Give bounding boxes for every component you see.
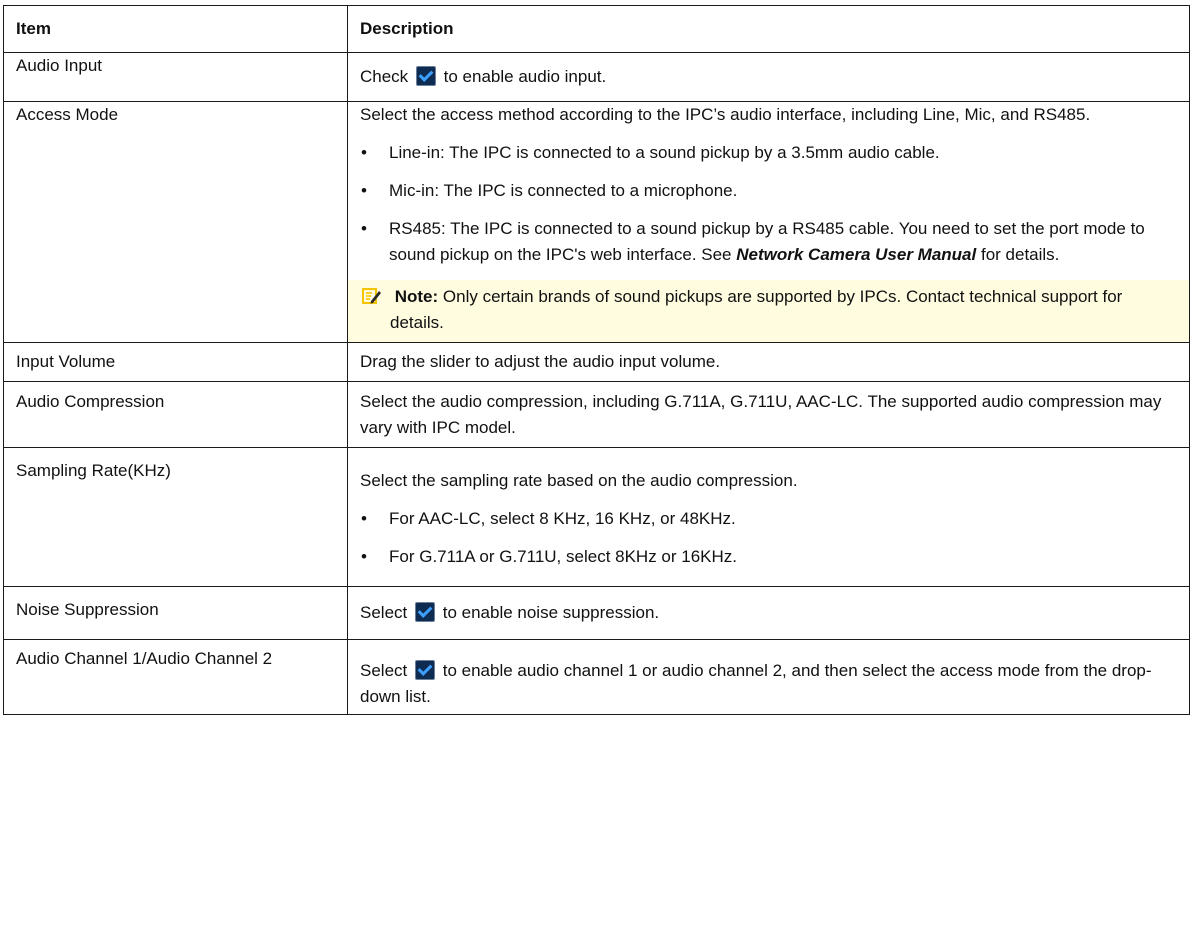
item-cell: Input Volume: [3, 342, 348, 382]
bullet-list: Line-in: The IPC is connected to a sound…: [360, 140, 1177, 268]
description-cell: Select the access method according to th…: [347, 101, 1190, 343]
description-cell: Select the audio compression, including …: [347, 381, 1190, 448]
checkbox-checked-icon: [414, 602, 435, 622]
checkbox-checked-icon: [415, 66, 436, 86]
description-cell: Check to enable audio input.: [347, 52, 1190, 102]
rs485-after: for details.: [980, 245, 1060, 264]
description-suffix: to enable noise suppression.: [442, 603, 660, 622]
checkbox-checked-icon: [414, 660, 435, 680]
list-item: RS485: The IPC is connected to a sound p…: [360, 216, 1177, 268]
item-cell: Audio Compression: [3, 381, 348, 448]
description-text: Select the sampling rate based on the au…: [360, 471, 798, 490]
note-text: Only certain brands of sound pickups are…: [390, 287, 1123, 332]
description-prefix: Check: [360, 67, 409, 86]
table-row: Audio Compression Select the audio compr…: [3, 381, 1190, 448]
description-cell: Drag the slider to adjust the audio inpu…: [347, 342, 1190, 382]
table-row: Noise Suppression Select to enable noise…: [3, 586, 1190, 640]
list-item: For AAC-LC, select 8 KHz, 16 KHz, or 48K…: [360, 506, 1177, 532]
note-body: Note: Only certain brands of sound picku…: [362, 284, 1177, 336]
table-row: Audio Input Check to enable audio input.: [3, 52, 1190, 102]
description-text: Check to enable audio input.: [360, 64, 1177, 90]
bullet-list: For AAC-LC, select 8 KHz, 16 KHz, or 48K…: [360, 506, 1177, 570]
note-pencil-icon: [362, 288, 381, 304]
table-row: Access Mode Select the access method acc…: [3, 101, 1190, 343]
item-cell: Audio Input: [3, 52, 348, 102]
manual-title: Network Camera User Manual: [736, 245, 977, 264]
note-box: Note: Only certain brands of sound picku…: [348, 280, 1189, 342]
description-cell: Select to enable noise suppression.: [347, 586, 1190, 640]
description-cell: Select to enable audio channel 1 or audi…: [347, 639, 1190, 715]
table-row: Audio Channel 1/Audio Channel 2 Select t…: [3, 639, 1190, 715]
description-prefix: Select: [360, 661, 408, 680]
list-item: Line-in: The IPC is connected to a sound…: [360, 140, 1177, 166]
item-cell: Noise Suppression: [3, 586, 348, 640]
column-header-description: Description: [347, 5, 1190, 53]
item-cell: Access Mode: [3, 101, 348, 343]
description-text: Select the access method according to th…: [360, 105, 1091, 124]
description-prefix: Select: [360, 603, 408, 622]
description-suffix: to enable audio channel 1 or audio chann…: [360, 661, 1152, 706]
list-item: For G.711A or G.711U, select 8KHz or 16K…: [360, 544, 1177, 570]
table-row: Sampling Rate(KHz) Select the sampling r…: [3, 447, 1190, 587]
parameter-table: Item Description Audio Input Check to en…: [3, 5, 1190, 715]
description-cell: Select the sampling rate based on the au…: [347, 447, 1190, 587]
description-suffix: to enable audio input.: [443, 67, 607, 86]
list-item: Mic-in: The IPC is connected to a microp…: [360, 178, 1177, 204]
item-cell: Sampling Rate(KHz): [3, 447, 348, 587]
column-header-item: Item: [3, 5, 348, 53]
note-label: Note:: [394, 287, 439, 306]
note-lead: Note:: [362, 287, 443, 306]
table-header-row: Item Description: [3, 5, 1190, 53]
description-text: Select to enable audio channel 1 or audi…: [360, 658, 1177, 710]
table-row: Input Volume Drag the slider to adjust t…: [3, 342, 1190, 382]
description-text: Select to enable noise suppression.: [360, 600, 1177, 626]
item-cell: Audio Channel 1/Audio Channel 2: [3, 639, 348, 715]
